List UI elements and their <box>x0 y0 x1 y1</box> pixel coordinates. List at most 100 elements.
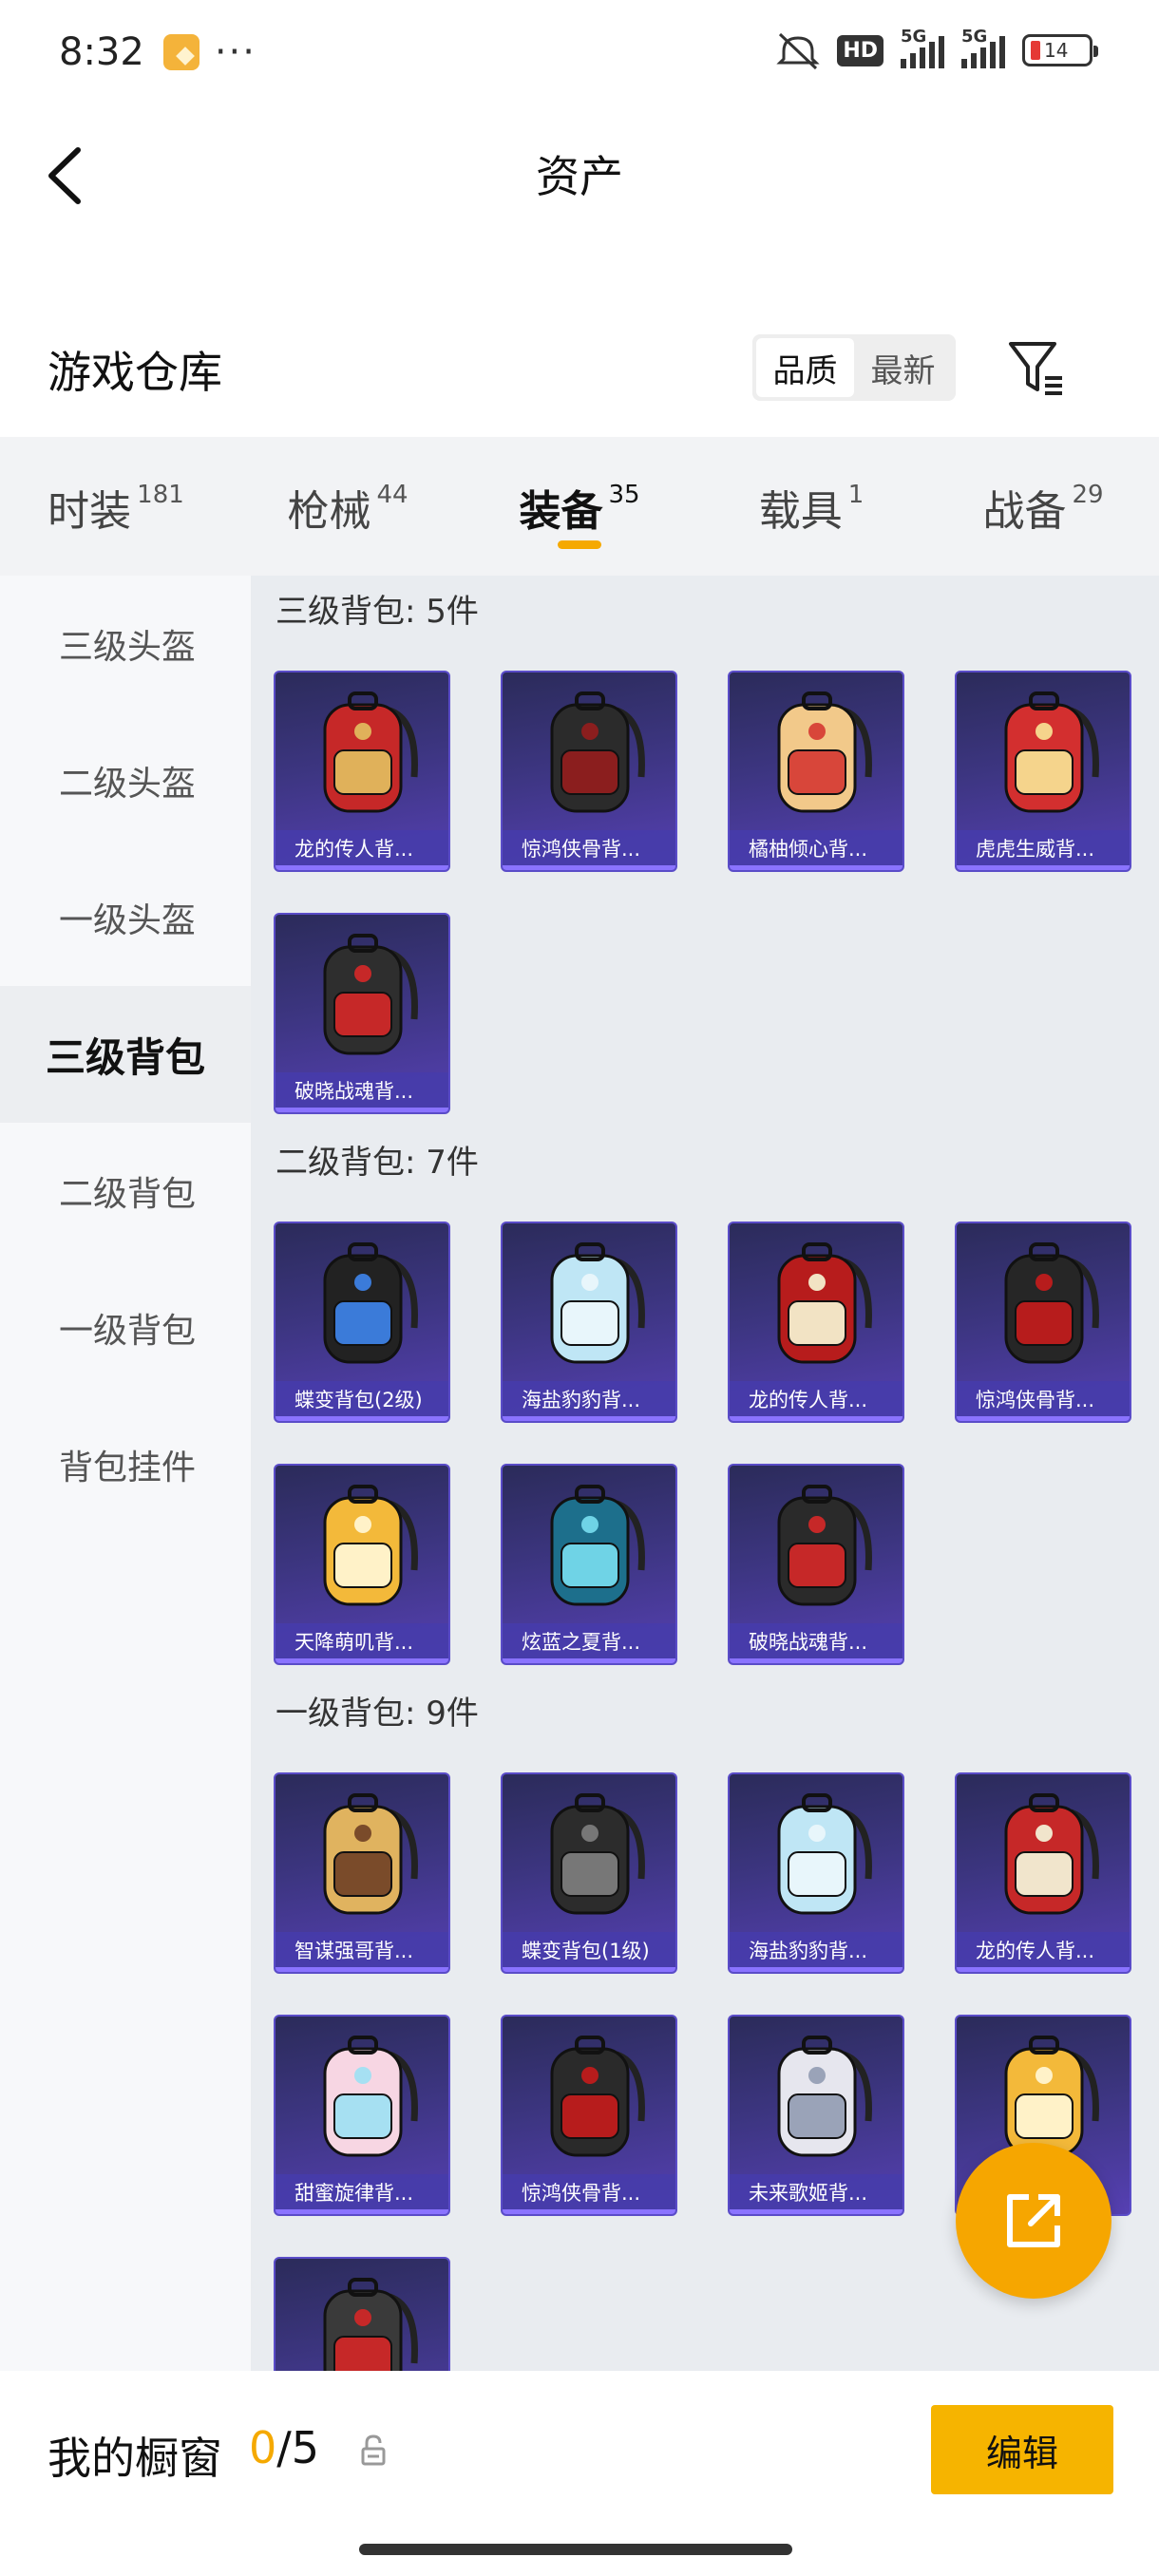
section-title: 一级背包: 9件 <box>276 1695 479 1733</box>
item-card[interactable]: 橘柚倾心背... <box>728 671 904 872</box>
backpack-icon <box>777 1242 872 1364</box>
item-card-label: 甜蜜旋律背... <box>276 2174 448 2214</box>
item-card-label: 惊鸿侠骨背... <box>503 830 675 870</box>
item-card-label: 炫蓝之夏背... <box>503 1623 675 1663</box>
backpack-icon <box>323 2036 418 2157</box>
item-card[interactable]: 龙的传人背... <box>274 671 450 872</box>
tab-label: 装备 <box>519 487 603 536</box>
backpack-icon <box>1004 1793 1099 1915</box>
item-card[interactable]: 智谋强哥背... <box>274 1772 450 1974</box>
section-title: 二级背包: 7件 <box>276 1144 479 1182</box>
backpack-icon <box>550 1793 645 1915</box>
backpack-icon <box>550 691 645 813</box>
item-card-label: 蝶变背包(1级) <box>503 1932 675 1972</box>
tab-label: 战备 <box>982 487 1067 536</box>
backpack-icon <box>1004 1242 1099 1364</box>
showcase-total: /5 <box>276 2422 320 2473</box>
item-card[interactable]: 惊鸿侠骨背... <box>501 2015 677 2216</box>
sidebar-item-helmet-lv3[interactable]: 三级头盔 <box>0 576 251 712</box>
item-card-label: 未来歌姬背... <box>730 2174 902 2214</box>
backpack-icon <box>1004 691 1099 813</box>
item-card-label: 破晓战魂背... <box>276 1072 448 1112</box>
item-card[interactable]: 蝶变背包(1级) <box>501 1772 677 1974</box>
showcase-count: 0/5 <box>249 2422 319 2473</box>
share-button[interactable] <box>956 2143 1112 2299</box>
tab-vehicles[interactable]: 载具 1 <box>695 437 927 576</box>
item-card-label: 海盐豹豹背... <box>730 1932 902 1972</box>
home-indicator <box>359 2544 792 2555</box>
item-card[interactable]: 虎虎生威背... <box>955 671 1131 872</box>
share-icon <box>1007 2194 1060 2247</box>
backpack-icon <box>323 934 418 1055</box>
sort-by-quality[interactable]: 品质 <box>756 338 854 397</box>
tab-count: 1 <box>847 481 864 509</box>
showcase-current: 0 <box>249 2422 277 2473</box>
backpack-icon <box>323 691 418 813</box>
backpack-icon <box>777 1485 872 1606</box>
item-card-label: 虎虎生威背... <box>957 830 1130 870</box>
tab-count: 29 <box>1072 481 1104 509</box>
item-card[interactable]: 惊鸿侠骨背... <box>955 1222 1131 1423</box>
item-card[interactable]: 破晓战魂背... <box>728 1464 904 1665</box>
notification-app-icon <box>162 34 200 70</box>
sidebar-item-backpack-charm[interactable]: 背包挂件 <box>0 1396 251 1533</box>
mute-icon <box>776 32 820 70</box>
warehouse-title: 游戏仓库 <box>48 347 222 398</box>
item-card-label: 蝶变背包(2级) <box>276 1381 448 1421</box>
tab-label: 载具 <box>758 487 843 536</box>
more-notifications-icon: ··· <box>214 30 256 74</box>
lock-icon <box>361 2434 386 2466</box>
item-card-label: 龙的传人背... <box>276 830 448 870</box>
item-card[interactable]: 惊鸿侠骨背... <box>501 671 677 872</box>
sort-by-newest[interactable]: 最新 <box>854 338 952 397</box>
backpack-icon <box>550 2036 645 2157</box>
item-card[interactable]: 海盐豹豹背... <box>501 1222 677 1423</box>
edit-button[interactable]: 编辑 <box>931 2405 1113 2494</box>
tab-battle-gear[interactable]: 战备 29 <box>927 437 1159 576</box>
item-card-label: 龙的传人背... <box>730 1381 902 1421</box>
backpack-icon <box>323 2278 418 2371</box>
tab-equipment[interactable]: 装备 35 <box>464 437 695 576</box>
item-card-label: 智谋强哥背... <box>276 1932 448 1972</box>
status-bar: 8:32 ··· HD 5G 5G 14 <box>0 0 1159 104</box>
showcase-bar: 我的橱窗 0/5 编辑 <box>0 2371 1159 2576</box>
item-card[interactable]: 炫蓝之夏背... <box>501 1464 677 1665</box>
sidebar-item-helmet-lv1[interactable]: 一级头盔 <box>0 849 251 986</box>
tab-fashion[interactable]: 时装 181 <box>0 437 232 576</box>
network-type-label: 5G <box>901 27 927 47</box>
backpack-icon <box>550 1242 645 1364</box>
item-card[interactable]: 龙的传人背... <box>955 1772 1131 1974</box>
item-card[interactable]: 未来歌姬背... <box>728 2015 904 2216</box>
sort-toggle: 品质 最新 <box>752 334 956 401</box>
tab-count: 181 <box>137 481 184 509</box>
sidebar-item-backpack-lv3[interactable]: 三级背包 <box>0 986 251 1123</box>
item-card[interactable]: 甜蜜旋律背... <box>274 2015 450 2216</box>
backpack-icon <box>323 1485 418 1606</box>
sidebar-item-backpack-lv2[interactable]: 二级背包 <box>0 1123 251 1260</box>
item-card[interactable]: 破晓战魂背... <box>274 913 450 1114</box>
page-header: 资产 <box>0 104 1159 247</box>
tab-label: 枪械 <box>287 487 371 536</box>
item-card[interactable]: 天降萌叽背... <box>274 1464 450 1665</box>
item-grid: 三级背包: 5件 龙的传人背... 惊鸿侠骨背... 橘柚倾心背... 虎虎生威背...… <box>251 576 1159 2371</box>
backpack-icon <box>550 1485 645 1606</box>
backpack-icon <box>777 1793 872 1915</box>
signal-strength-icon-2: 5G <box>961 27 1005 68</box>
item-card-label: 海盐豹豹背... <box>503 1381 675 1421</box>
item-card[interactable] <box>274 2257 450 2371</box>
sidebar-item-backpack-lv1[interactable]: 一级背包 <box>0 1260 251 1396</box>
item-card[interactable]: 龙的传人背... <box>728 1222 904 1423</box>
item-card[interactable]: 海盐豹豹背... <box>728 1772 904 1974</box>
filter-icon[interactable] <box>1005 336 1068 399</box>
tab-label: 时装 <box>48 487 132 536</box>
item-card[interactable]: 蝶变背包(2级) <box>274 1222 450 1423</box>
item-card-label: 破晓战魂背... <box>730 1623 902 1663</box>
hd-badge: HD <box>837 34 884 66</box>
battery-level: 14 <box>1044 39 1069 62</box>
sidebar-item-helmet-lv2[interactable]: 二级头盔 <box>0 712 251 849</box>
backpack-icon <box>323 1793 418 1915</box>
page-title: 资产 <box>536 151 623 202</box>
item-card-label: 橘柚倾心背... <box>730 830 902 870</box>
signal-strength-icon: 5G <box>901 27 944 68</box>
tab-guns[interactable]: 枪械 44 <box>232 437 464 576</box>
